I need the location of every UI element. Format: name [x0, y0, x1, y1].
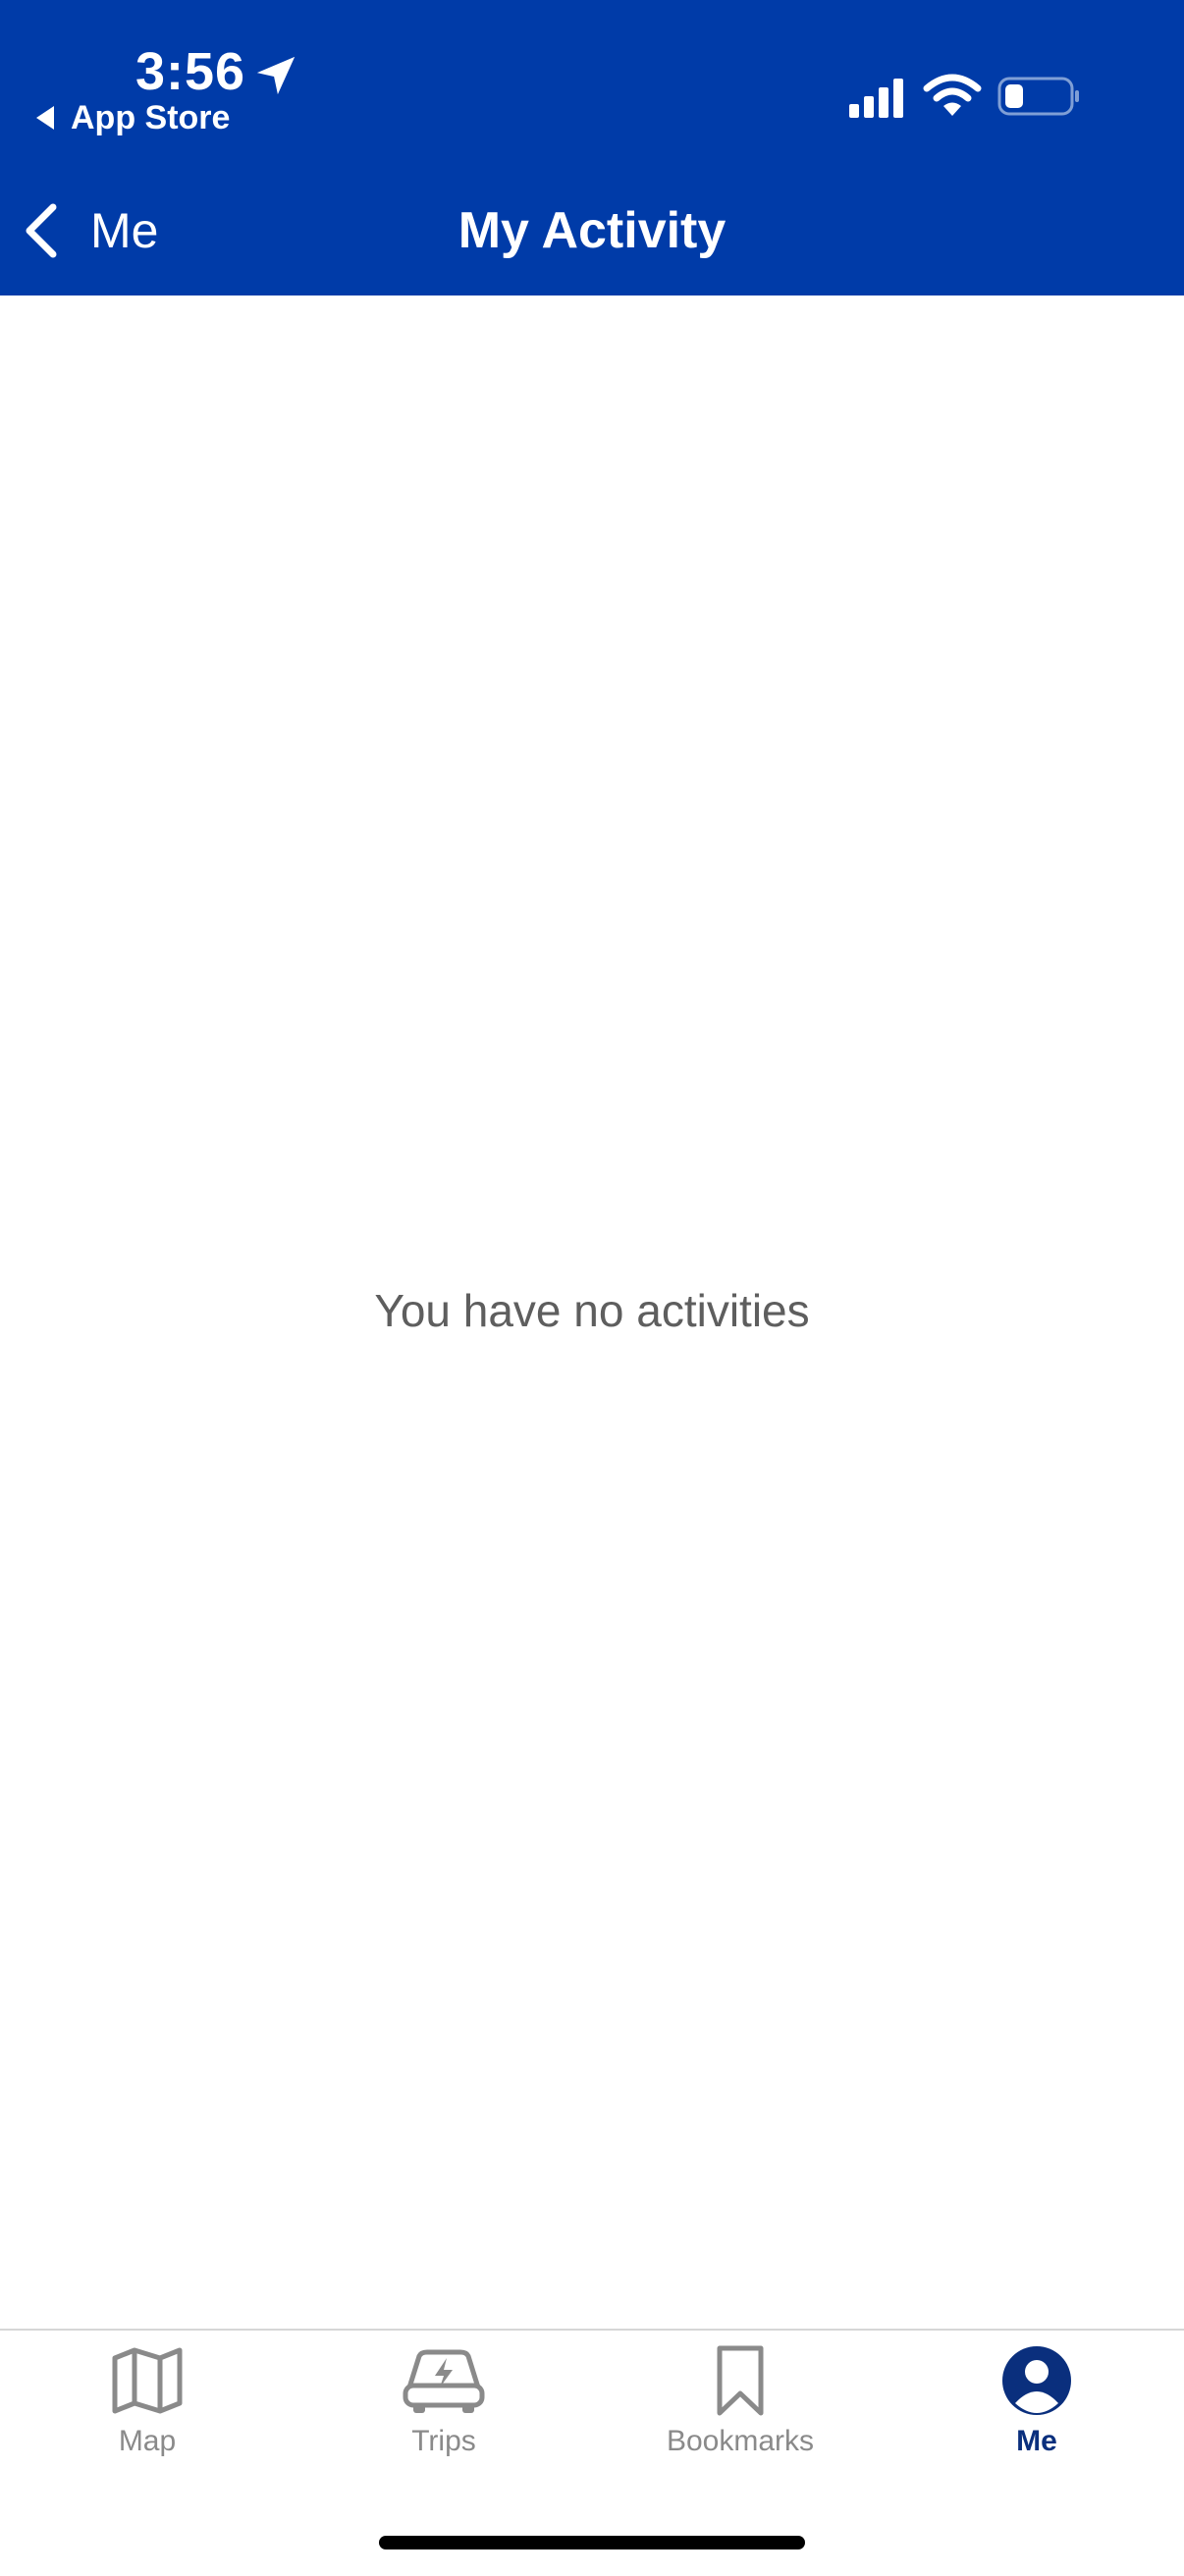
page-title: My Activity	[457, 202, 727, 259]
map-icon	[112, 2347, 183, 2414]
bookmark-icon	[717, 2345, 764, 2416]
tab-trips[interactable]: Trips	[296, 2344, 591, 2492]
car-bolt-icon	[403, 2349, 485, 2413]
person-icon	[1002, 2346, 1071, 2415]
cellular-signal-icon	[849, 79, 903, 118]
battery-icon	[997, 77, 1079, 116]
tab-map-label: Map	[118, 2425, 177, 2457]
tab-me[interactable]: Me	[889, 2344, 1184, 2492]
tab-trips-label: Trips	[411, 2425, 476, 2457]
back-triangle-icon	[36, 106, 54, 130]
home-indicator	[379, 2536, 805, 2549]
tab-bookmarks[interactable]: Bookmarks	[593, 2344, 888, 2492]
location-arrow-icon	[256, 56, 296, 95]
tab-map[interactable]: Map	[0, 2344, 295, 2492]
tab-me-label: Me	[1016, 2425, 1057, 2457]
back-to-app-label: App Store	[71, 98, 231, 136]
header-bar: 3:56 App Store Me My Activity	[0, 0, 1184, 295]
back-to-app-store[interactable]: App Store	[35, 96, 230, 139]
status-time: 3:56	[135, 42, 246, 101]
wifi-icon	[923, 74, 982, 116]
tab-bookmarks-label: Bookmarks	[666, 2425, 815, 2457]
empty-state-message: You have no activities	[374, 1285, 810, 1336]
